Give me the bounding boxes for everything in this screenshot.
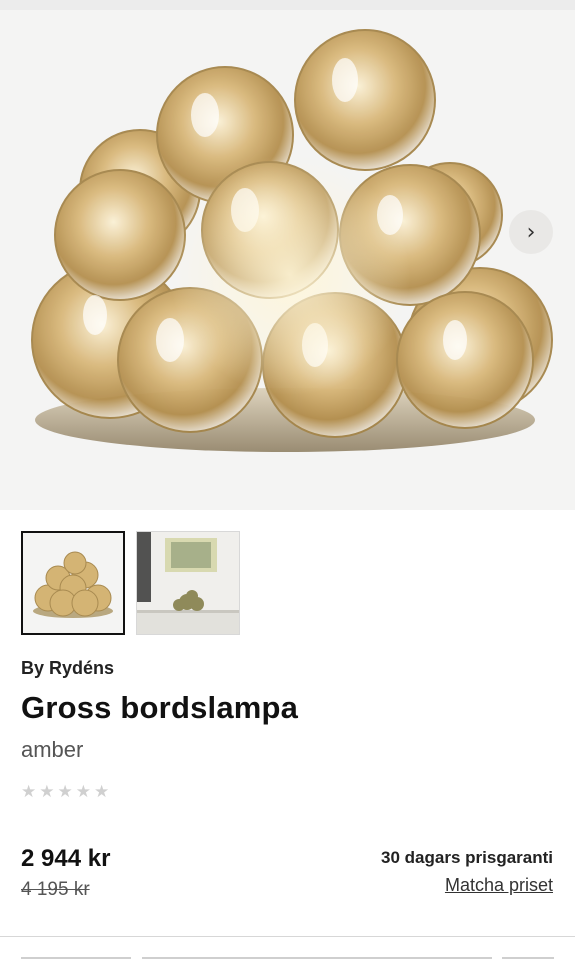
- star-icon: ★: [57, 782, 73, 802]
- star-icon: ★: [75, 782, 91, 802]
- match-price-link[interactable]: Matcha priset: [445, 875, 553, 896]
- thumbnail-strip: [21, 531, 240, 635]
- product-variant: amber: [21, 737, 84, 762]
- star-icon: ★: [94, 782, 110, 802]
- star-icon: ★: [39, 782, 55, 802]
- chevron-right-icon: ›: [526, 219, 536, 245]
- divider: [0, 936, 575, 937]
- original-price: 4 195 kr: [21, 879, 90, 900]
- brand-name[interactable]: By Rydéns: [21, 658, 114, 679]
- thumbnail-lamp-front[interactable]: [21, 531, 125, 635]
- top-strip: [0, 0, 575, 10]
- current-price: 2 944 kr: [21, 845, 111, 872]
- rating-stars[interactable]: ★ ★ ★ ★ ★: [21, 782, 109, 802]
- product-title: Gross bordslampa: [21, 690, 299, 725]
- star-icon: ★: [21, 782, 37, 802]
- product-image[interactable]: ›: [0, 10, 575, 510]
- price-guarantee: 30 dagars prisgaranti: [381, 848, 553, 867]
- thumbnail-lamp-room[interactable]: [136, 531, 240, 635]
- next-image-button[interactable]: ›: [509, 210, 553, 254]
